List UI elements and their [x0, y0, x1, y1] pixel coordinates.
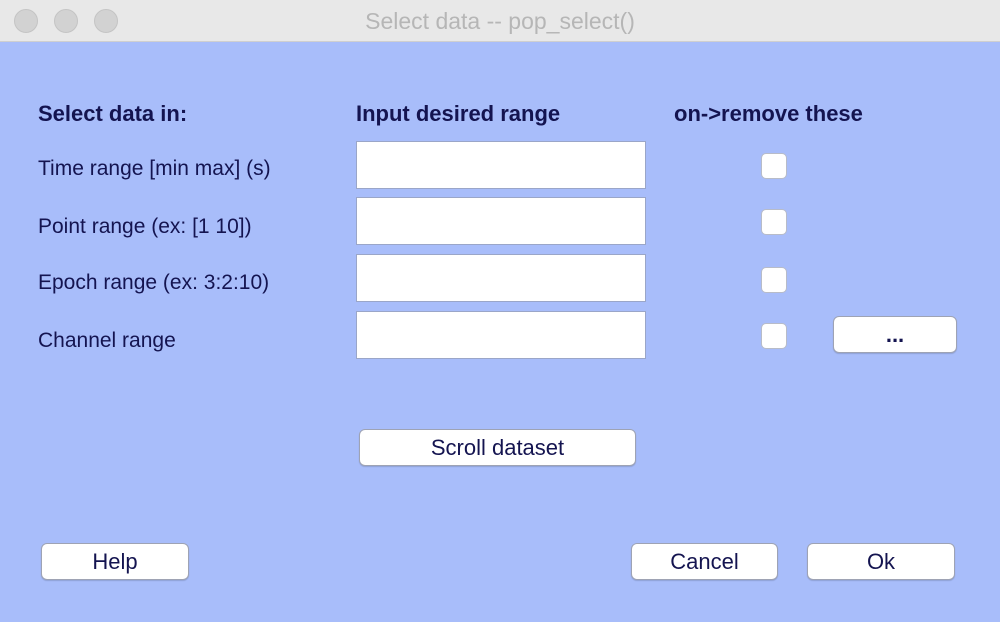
- cancel-button[interactable]: Cancel: [631, 543, 778, 580]
- header-input-desired-range: Input desired range: [356, 101, 561, 126]
- channel-range-input[interactable]: [356, 311, 646, 359]
- point-range-input[interactable]: [356, 197, 646, 245]
- channel-browse-button[interactable]: ...: [833, 316, 957, 353]
- channel-range-remove-checkbox[interactable]: [761, 323, 787, 349]
- help-button[interactable]: Help: [41, 543, 189, 580]
- epoch-range-remove-checkbox[interactable]: [761, 267, 787, 293]
- channel-range-label: Channel range: [38, 329, 176, 352]
- header-select-data-in: Select data in:: [38, 101, 188, 126]
- window-title: Select data -- pop_select(): [365, 8, 635, 34]
- point-range-remove-checkbox[interactable]: [761, 209, 787, 235]
- header-remove-these: on->remove these: [674, 101, 863, 126]
- title-bar: Select data -- pop_select(): [0, 0, 1000, 42]
- time-range-remove-checkbox[interactable]: [761, 153, 787, 179]
- time-range-label: Time range [min max] (s): [38, 157, 271, 180]
- epoch-range-label: Epoch range (ex: 3:2:10): [38, 271, 270, 294]
- time-range-input[interactable]: [356, 141, 646, 189]
- scroll-dataset-button[interactable]: Scroll dataset: [359, 429, 636, 466]
- epoch-range-input[interactable]: [356, 254, 646, 302]
- point-range-label: Point range (ex: [1 10]): [38, 215, 252, 238]
- pop-select-dialog: Select data -- pop_select() Select data …: [0, 0, 1000, 622]
- ok-button[interactable]: Ok: [807, 543, 955, 580]
